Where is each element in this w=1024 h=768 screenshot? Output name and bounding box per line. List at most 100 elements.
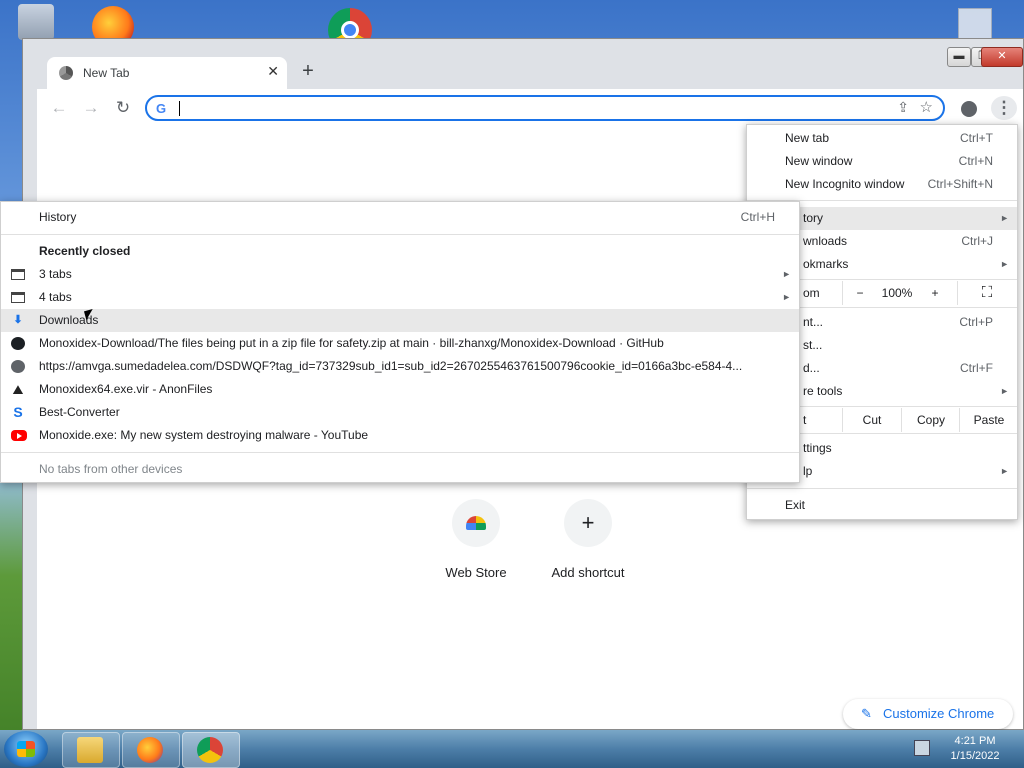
menu-item-new-tab[interactable]: New tab Ctrl+T xyxy=(747,127,1017,150)
menu-item-label: New tab xyxy=(785,131,830,145)
history-item-anonfiles[interactable]: ⛰ Monoxidex64.exe.vir - AnonFiles xyxy=(1,378,799,401)
menu-item-new-incognito[interactable]: New Incognito window Ctrl+Shift+N xyxy=(747,173,1017,196)
menu-item-label: okmarks xyxy=(803,257,849,271)
taskbar-chrome[interactable] xyxy=(182,732,240,768)
zoom-in-button[interactable]: + xyxy=(917,281,953,305)
customize-label: Customize Chrome xyxy=(883,706,995,721)
copy-button[interactable]: Copy xyxy=(901,408,960,432)
shortcut-label: Web Store xyxy=(445,565,507,580)
taskbar-firefox[interactable] xyxy=(122,732,180,768)
download-icon: ⬇ xyxy=(13,314,23,326)
menu-item-label: Monoxide.exe: My new system destroying m… xyxy=(39,428,369,442)
menu-item-label: re tools xyxy=(803,384,843,398)
submenu-arrow-icon: ► xyxy=(1000,259,1009,269)
menu-separator xyxy=(1,452,799,453)
history-item-url[interactable]: https://amvga.sumedadelea.com/DSDWQF?tag… xyxy=(1,355,799,378)
fullscreen-icon[interactable]: ⛶ xyxy=(957,281,1016,305)
menu-item-shortcut: Ctrl+J xyxy=(961,234,993,248)
zoom-level: 100% xyxy=(881,286,913,300)
text-caret xyxy=(179,101,180,116)
system-clock[interactable]: 4:21 PM 1/15/2022 xyxy=(940,734,1010,764)
history-item-best-converter[interactable]: S Best-Converter xyxy=(1,401,799,424)
menu-item-shortcut: Ctrl+H xyxy=(740,210,775,224)
chrome-favicon-icon xyxy=(59,66,73,80)
tabs-window-icon xyxy=(11,269,25,280)
address-bar[interactable]: G ⇪ ☆ xyxy=(145,95,945,121)
google-icon: G xyxy=(156,101,167,116)
menu-item-label: No tabs from other devices xyxy=(39,462,183,476)
forward-button[interactable]: → xyxy=(79,96,103,120)
history-item-youtube[interactable]: Monoxide.exe: My new system destroying m… xyxy=(1,424,799,447)
windows-logo-icon xyxy=(17,741,35,757)
new-tab-button[interactable]: + xyxy=(295,59,321,85)
menu-item-new-window[interactable]: New window Ctrl+N xyxy=(747,150,1017,173)
section-heading: Recently closed xyxy=(39,244,131,258)
shortcut-web-store[interactable]: Web Store xyxy=(421,499,531,580)
folder-icon xyxy=(77,737,103,763)
taskbar-explorer[interactable] xyxy=(62,732,120,768)
browser-toolbar: ← → ↻ G ⇪ ☆ ⋮ xyxy=(37,89,1023,127)
cut-button[interactable]: Cut xyxy=(842,408,901,432)
youtube-icon xyxy=(11,430,27,441)
close-window-button[interactable]: ✕ xyxy=(981,47,1023,67)
clock-time: 4:21 PM xyxy=(954,735,996,747)
history-item-3-tabs[interactable]: 3 tabs ► xyxy=(1,263,799,286)
tabs-window-icon xyxy=(11,292,25,303)
reload-button[interactable]: ↻ xyxy=(111,96,135,120)
menu-item-label: https://amvga.sumedadelea.com/DSDWQF?tag… xyxy=(39,359,743,373)
submenu-arrow-icon: ► xyxy=(1000,213,1009,223)
recycle-bin-icon[interactable] xyxy=(18,4,54,40)
history-item-github[interactable]: Monoxidex-Download/The files being put i… xyxy=(1,332,799,355)
menu-item-label: Monoxidex64.exe.vir - AnonFiles xyxy=(39,382,213,396)
chrome-menu-button[interactable]: ⋮ xyxy=(991,96,1017,120)
profile-button[interactable] xyxy=(957,96,981,120)
submenu-arrow-icon: ► xyxy=(782,292,791,302)
menu-item-label: nt... xyxy=(803,315,824,329)
github-icon xyxy=(11,337,25,350)
menu-item-label: st... xyxy=(803,338,823,352)
profile-icon xyxy=(961,100,977,117)
history-submenu: History Ctrl+H Recently closed 3 tabs ► … xyxy=(0,201,800,483)
start-button[interactable] xyxy=(4,731,48,767)
submenu-arrow-icon: ► xyxy=(782,269,791,279)
submenu-arrow-icon: ► xyxy=(1000,466,1009,476)
menu-separator xyxy=(1,234,799,235)
plus-icon: + xyxy=(564,499,612,547)
menu-item-exit[interactable]: Exit xyxy=(747,494,1017,517)
recently-closed-heading: Recently closed xyxy=(1,240,799,263)
paste-button[interactable]: Paste xyxy=(959,408,1018,432)
zoom-out-button[interactable]: − xyxy=(842,281,877,305)
menu-item-label: tory xyxy=(803,211,824,225)
shortcut-tile xyxy=(452,499,500,547)
menu-item-label: New window xyxy=(785,154,853,168)
share-icon[interactable]: ⇪ xyxy=(897,99,909,116)
menu-item-shortcut: Ctrl+Shift+N xyxy=(927,177,993,191)
bookmark-star-icon[interactable]: ☆ xyxy=(920,98,933,116)
menu-item-label: Best-Converter xyxy=(39,405,120,419)
history-item-4-tabs[interactable]: 4 tabs ► xyxy=(1,286,799,309)
tab-new-tab[interactable]: New Tab ✕ xyxy=(47,57,287,91)
anonfiles-icon: ⛰ xyxy=(12,382,24,397)
network-tray-icon[interactable] xyxy=(914,740,930,756)
tab-strip: New Tab ✕ + ▬ ❐ ✕ xyxy=(23,39,1023,91)
edit-label: t xyxy=(803,413,807,427)
menu-item-label: Monoxidex-Download/The files being put i… xyxy=(39,336,664,350)
submenu-arrow-icon: ► xyxy=(1000,386,1009,396)
add-shortcut-button[interactable]: + Add shortcut xyxy=(533,499,643,580)
back-button[interactable]: ← xyxy=(47,96,71,120)
tab-close-icon[interactable]: ✕ xyxy=(267,63,279,80)
menu-item-label: 3 tabs xyxy=(39,267,72,281)
minimize-button[interactable]: ▬ xyxy=(947,47,971,67)
menu-item-label: New Incognito window xyxy=(785,177,905,191)
chrome-icon xyxy=(197,737,223,763)
menu-item-label: Exit xyxy=(785,498,806,512)
customize-chrome-button[interactable]: ✎ Customize Chrome xyxy=(843,699,1013,729)
history-item-downloads[interactable]: ⬇ Downloads xyxy=(1,309,799,332)
menu-item-label: d... xyxy=(803,361,820,375)
pencil-icon: ✎ xyxy=(861,706,872,721)
menu-item-label: lp xyxy=(803,464,813,478)
menu-item-label: ttings xyxy=(803,441,832,455)
history-item-history[interactable]: History Ctrl+H xyxy=(1,206,799,229)
menu-separator xyxy=(747,488,1017,489)
menu-item-shortcut: Ctrl+N xyxy=(958,154,993,168)
